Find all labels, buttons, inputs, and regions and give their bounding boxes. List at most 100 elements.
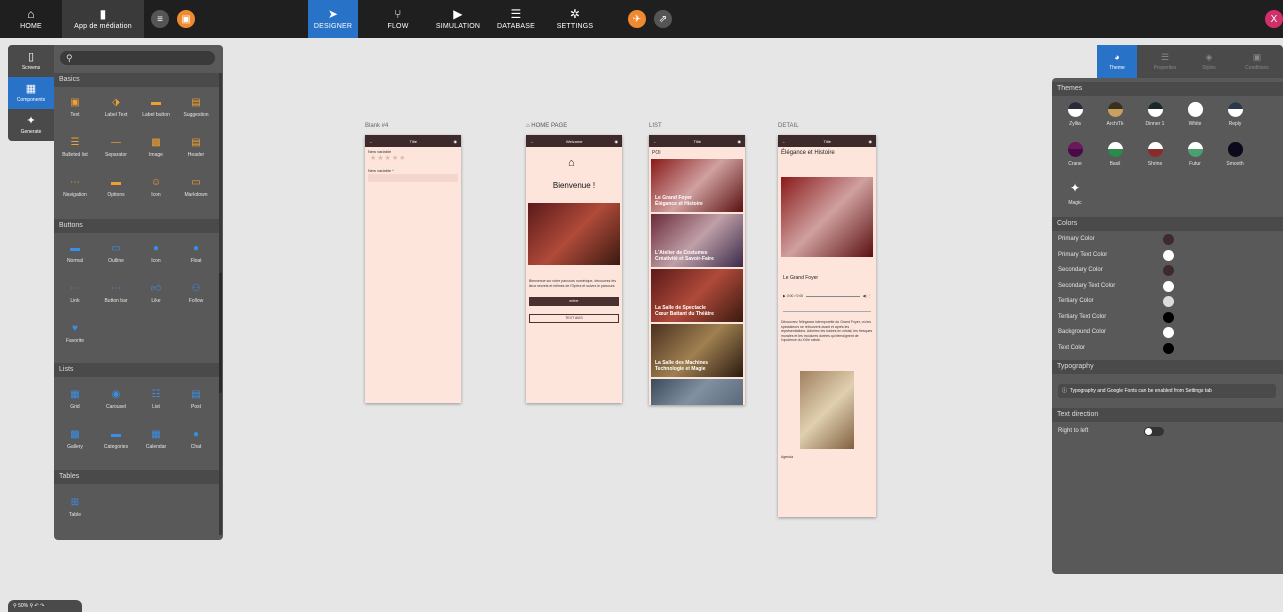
theme-option[interactable]: Smooth (1218, 142, 1252, 167)
component-post[interactable]: ▤ Post (179, 389, 213, 410)
component-label-button[interactable]: ▬ Label button (139, 97, 173, 118)
screen-label-home[interactable]: ⌂ HOME PAGE (526, 123, 567, 129)
tab-flow[interactable]: ⑂ FLOW (375, 0, 421, 38)
screen-blank[interactable]: ← Title ◉ New variable ★★★★★ New variabl… (365, 135, 461, 403)
component-header[interactable]: ▤ Header (179, 137, 213, 158)
theme-option[interactable]: Shrine (1138, 142, 1172, 167)
home-button[interactable]: ⌂ HOME (10, 0, 52, 38)
component-chat[interactable]: ● Chat (179, 429, 213, 450)
color-swatch[interactable] (1163, 311, 1174, 323)
screen-label-list[interactable]: LIST (649, 123, 662, 129)
theme-option[interactable]: Basil (1098, 142, 1132, 167)
component-label-text[interactable]: ⬗ Label Text (99, 97, 133, 118)
color-swatch[interactable] (1163, 342, 1174, 354)
theme-magic[interactable]: ✦ Magic (1058, 181, 1092, 206)
theme-option[interactable]: Reply (1218, 102, 1252, 127)
menu-icon[interactable]: ≡ (151, 10, 169, 28)
more-icon[interactable]: ⋮ (868, 294, 872, 298)
component-text[interactable]: ▣ Text (58, 97, 92, 118)
audio-progress[interactable] (806, 295, 860, 297)
redo-icon[interactable]: ↷ (40, 603, 44, 609)
tab-conditions[interactable]: ▣ Conditions (1237, 45, 1277, 78)
zoom-in-icon[interactable]: ⚲ (29, 603, 33, 609)
component-bulleted-list[interactable]: ☰ Bulleted list (58, 137, 92, 158)
theme-option[interactable]: Zyllia (1058, 102, 1092, 127)
tab-settings[interactable]: ✲ SETTINGS (550, 0, 600, 38)
theme-option[interactable]: Dinner 1 (1138, 102, 1172, 127)
theme-option[interactable]: White (1178, 102, 1212, 127)
audio-player[interactable]: ▶ 0:00 / 0:00 ◀) ⋮ (783, 292, 871, 300)
component-gallery[interactable]: ▩ Gallery (58, 429, 92, 450)
tab-designer[interactable]: ➤ DESIGNER (308, 0, 358, 38)
color-swatch[interactable] (1163, 234, 1174, 245)
screens-button[interactable]: ▯ Screens (8, 45, 54, 77)
list-item[interactable]: L'Atelier de Costumes Créativité et Savo… (651, 214, 743, 267)
component-calendar[interactable]: ▦ Calendar (139, 429, 173, 450)
component-favorite[interactable]: ♥ Favorite (58, 323, 92, 344)
component-carousel[interactable]: ◉ Carousel (99, 389, 133, 410)
external-link-icon[interactable]: ⇗ (654, 10, 672, 28)
component-float-button[interactable]: ● Float (179, 243, 213, 264)
list-item[interactable]: La Salle des Machines Technologie et Mag… (651, 324, 743, 377)
component-list[interactable]: ☷ List (139, 389, 173, 410)
enter-button[interactable]: entrer (529, 297, 619, 306)
component-grid[interactable]: ▦ Grid (58, 389, 92, 410)
rocket-icon[interactable]: ✈ (628, 10, 646, 28)
tab-styles[interactable]: ◈ Styles (1189, 45, 1229, 78)
rtl-toggle[interactable] (1144, 427, 1164, 436)
list-item[interactable]: La Salle de Spectacle Cœur Battant du Th… (651, 269, 743, 322)
undo-icon[interactable]: ↶ (35, 603, 39, 609)
component-categories[interactable]: ▬ Categories (99, 429, 133, 450)
tab-simulation[interactable]: ▶ SIMULATION (430, 0, 486, 38)
component-icon-button[interactable]: ● Icon (139, 243, 173, 264)
component-icon[interactable]: ☺ Icon (139, 177, 173, 198)
scrollbar-thumb[interactable] (219, 273, 222, 393)
generate-button[interactable]: ✦ Generate (8, 109, 54, 141)
component-markdown[interactable]: ▭ Markdown (179, 177, 213, 198)
color-swatch[interactable] (1163, 327, 1174, 338)
color-swatch[interactable] (1163, 296, 1174, 307)
list-item[interactable]: Le Grand Foyer Élégance et Histoire (651, 159, 743, 212)
component-navigation[interactable]: ⋯ Navigation (58, 177, 92, 198)
screen-list[interactable]: ← Title ◉ POI Le Grand Foyer Élégance et… (649, 135, 745, 405)
screen-label-blank[interactable]: Blank #4 (365, 123, 388, 129)
theme-option[interactable]: Futur (1178, 142, 1212, 167)
text-avis-button[interactable]: TEXT AVIS (529, 314, 619, 323)
component-button-bar[interactable]: ⋯ Button bar (99, 283, 133, 304)
tab-properties[interactable]: ☰ Properties (1145, 45, 1185, 78)
color-swatch[interactable] (1163, 249, 1174, 261)
search-input[interactable]: ⚲ (60, 51, 215, 65)
list-item[interactable] (651, 379, 743, 405)
volume-icon[interactable]: ◀) (863, 294, 867, 298)
smiley-icon: ☺ (150, 177, 162, 188)
rating-stars[interactable]: ★★★★★ (370, 154, 406, 162)
component-link[interactable]: ⋯ Link (58, 283, 92, 304)
color-swatch[interactable] (1163, 280, 1174, 292)
zoom-out-icon[interactable]: ⚲ (13, 603, 17, 609)
play-icon[interactable]: ▶ (783, 294, 786, 298)
tab-theme[interactable]: ◕ Theme (1097, 45, 1137, 78)
component-image[interactable]: ▩ Image (139, 137, 173, 158)
component-suggestion[interactable]: ▤ Suggestion (179, 97, 213, 118)
component-normal-button[interactable]: ▬ Normal (58, 243, 92, 264)
tab-database[interactable]: ☰ DATABASE (493, 0, 539, 38)
component-follow[interactable]: ⚇ Follow (179, 283, 213, 304)
screen-detail[interactable]: ← Title ◉ Élégance et Histoire Le Grand … (778, 135, 876, 517)
zoom-control[interactable]: ⚲ 50% ⚲ ↶ ↷ (8, 600, 82, 612)
component-outline-button[interactable]: ▭ Outline (99, 243, 133, 264)
theme-option[interactable]: Crane (1058, 142, 1092, 167)
user-avatar[interactable]: X (1265, 10, 1283, 28)
panel-scrollbar[interactable] (219, 73, 222, 535)
component-table[interactable]: ⊞ Table (58, 497, 92, 518)
component-separator[interactable]: — Separator (99, 137, 133, 158)
screen-home[interactable]: ← Welcome ◉ ⌂ Bienvenue ! Bienvenue sur … (526, 135, 622, 403)
variable-input[interactable] (368, 174, 458, 182)
screen-label-detail[interactable]: DETAIL (778, 123, 799, 129)
theme-option[interactable]: ArchiTk (1098, 102, 1132, 127)
component-options[interactable]: ▬ Options (99, 177, 133, 198)
components-button[interactable]: ▦ Components (8, 77, 54, 109)
bag-icon[interactable]: ▣ (177, 10, 195, 28)
color-swatch[interactable] (1163, 265, 1174, 276)
component-like[interactable]: 👍︎ Like (139, 283, 173, 304)
app-selector[interactable]: ▮ App de médiation (62, 0, 144, 38)
